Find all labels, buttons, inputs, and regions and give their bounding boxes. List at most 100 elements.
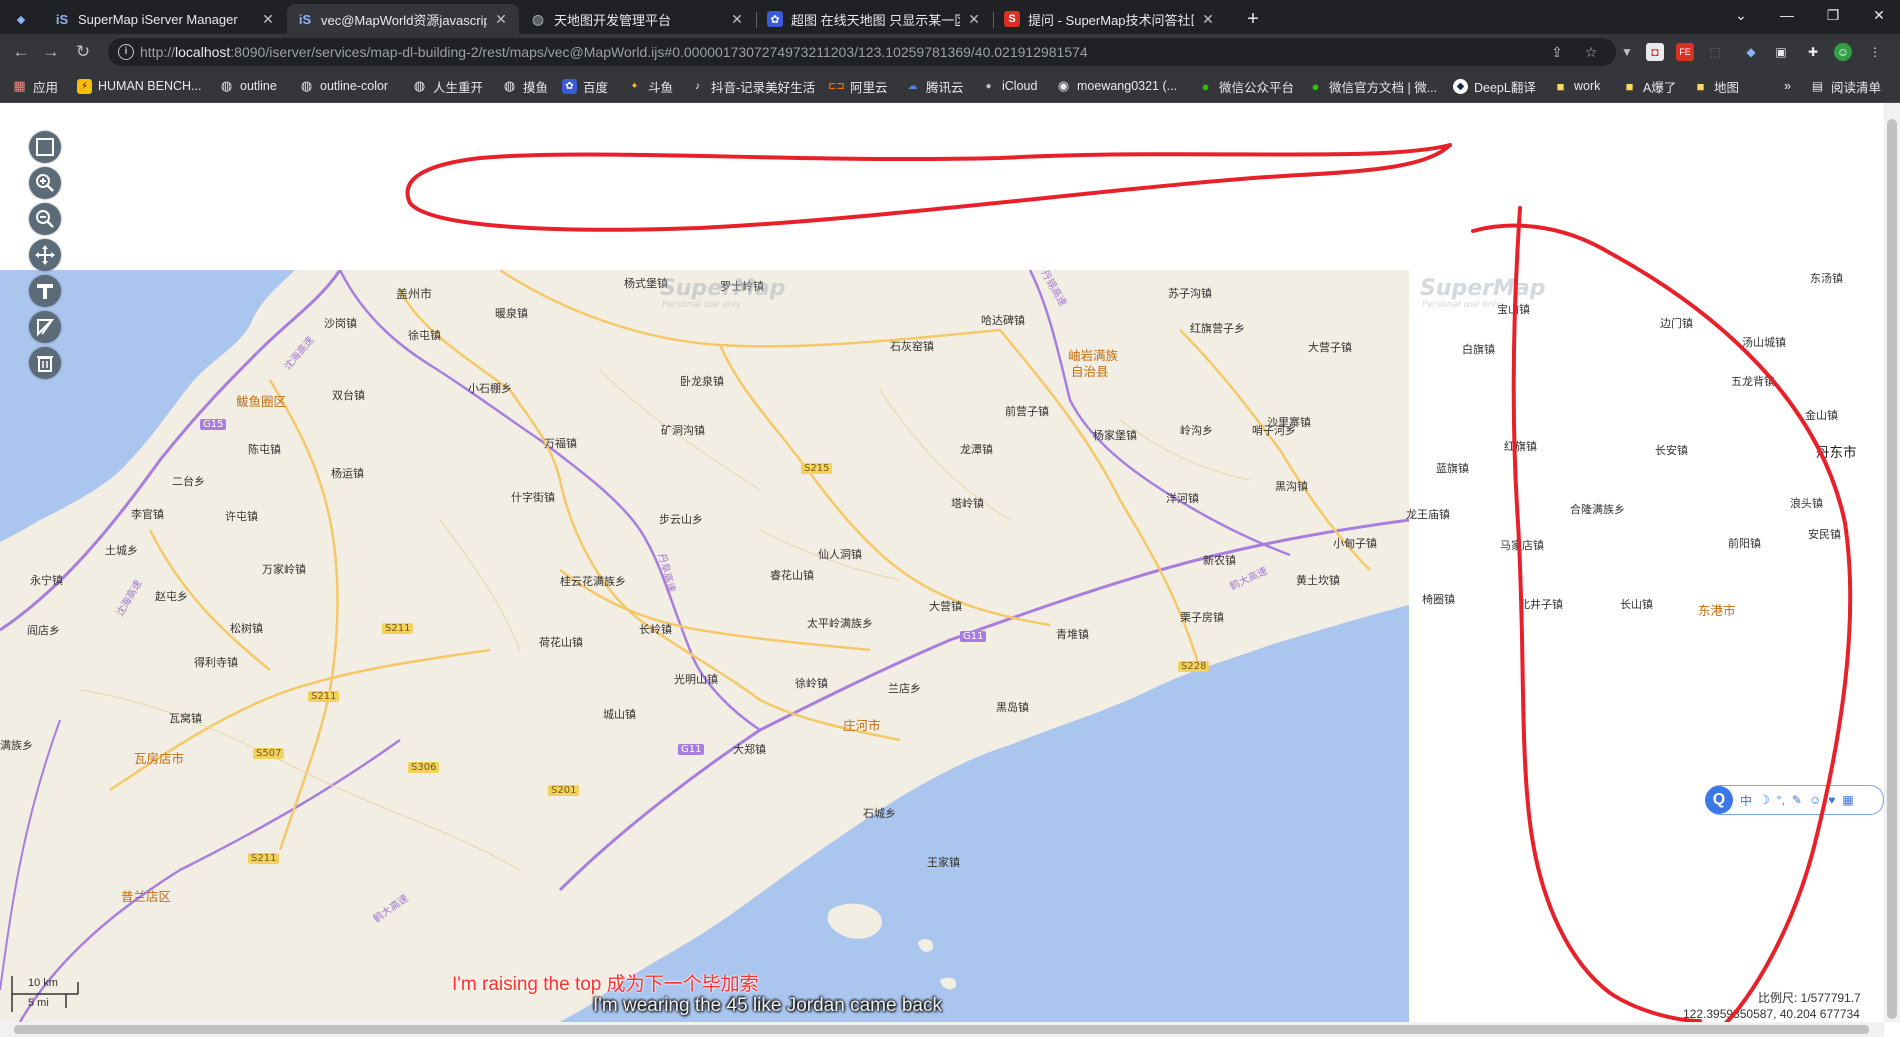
place-label: 瓦房店市	[134, 751, 185, 766]
ime-chinese-mode[interactable]: 中	[1740, 792, 1752, 809]
place-label: 瓦窝镇	[169, 712, 202, 725]
tab-5[interactable]: S 提问 - SuperMap技术问答社区 ✕	[994, 4, 1226, 34]
place-label: 丹东市	[1816, 445, 1857, 461]
more-menu-icon[interactable]: ⋮	[1866, 43, 1884, 61]
forward-arrow-icon[interactable]: →	[38, 40, 64, 64]
full-extent-button[interactable]	[29, 131, 61, 163]
place-label: 石灰窑镇	[890, 340, 934, 353]
measure-distance-button[interactable]	[29, 275, 61, 307]
site-info-icon[interactable]: i	[118, 44, 134, 60]
bolt-icon: ⚡	[77, 78, 92, 94]
watermark-text: SuperMap	[1420, 276, 1546, 301]
bookmark-folder-abao[interactable]: ■ A爆了	[1622, 77, 1677, 95]
tab-1[interactable]: iS SuperMap iServer Manager ✕	[44, 4, 286, 34]
punctuation-icon[interactable]: °,	[1777, 793, 1785, 807]
bookmark-life-restart[interactable]: ◍ 人生重开	[412, 77, 483, 95]
close-icon[interactable]: ✕	[260, 11, 276, 28]
place-label: 陈屯镇	[248, 443, 281, 456]
address-bar[interactable]: i http://localhost:8090/iserver/services…	[108, 38, 1616, 66]
bookmark-github[interactable]: ◉ moewang0321 (...	[1056, 77, 1177, 95]
watermark-text: SuperMap	[660, 276, 786, 301]
share-icon[interactable]: ⇪	[1548, 43, 1566, 61]
clear-button[interactable]	[29, 347, 61, 379]
bookmark-outline-color[interactable]: ◍ outline-color	[299, 77, 388, 95]
bookmark-baidu[interactable]: ✿ 百度	[562, 77, 608, 95]
vue-devtools-icon[interactable]: ▼	[1618, 43, 1636, 61]
bookmark-human-bench[interactable]: ⚡ HUMAN BENCH...	[77, 77, 201, 95]
bookmark-tencent-cloud[interactable]: ☁ 腾讯云	[905, 77, 964, 95]
reload-icon[interactable]: ↻	[70, 40, 96, 64]
url-text[interactable]: http://localhost:8090/iserver/services/m…	[140, 44, 1088, 60]
deepl-icon: ◆	[1453, 78, 1468, 94]
tab-3[interactable]: ◍ 天地图开发管理平台 ✕	[520, 4, 755, 34]
pan-button[interactable]	[29, 239, 61, 271]
bookmark-wechat-mp[interactable]: ● 微信公众平台	[1198, 77, 1294, 95]
tab-4[interactable]: ✿ 超图 在线天地图 只显示某一区域 ✕	[757, 4, 992, 34]
fe-helper-icon[interactable]: FE	[1676, 43, 1694, 61]
more-bookmarks-button[interactable]: »	[1784, 77, 1791, 95]
skin-icon[interactable]: ♥	[1828, 793, 1835, 807]
emoji-icon[interactable]: ☺	[1809, 793, 1821, 807]
bookmark-folder-map[interactable]: ■ 地图	[1693, 77, 1739, 95]
bookmark-icloud[interactable]: ● iCloud	[981, 77, 1037, 95]
close-window-button[interactable]: ✕	[1856, 0, 1900, 30]
tab-title: 超图 在线天地图 只显示某一区域	[791, 12, 960, 28]
vertical-scrollbar[interactable]	[1884, 103, 1900, 1022]
zoom-in-button[interactable]	[29, 167, 61, 199]
bookmark-douyin[interactable]: ♪ 抖音-记录美好生活	[690, 77, 815, 95]
restore-button[interactable]: ❐	[1810, 0, 1856, 30]
tab-list-chevron-icon[interactable]: ⌄	[1718, 0, 1764, 30]
place-label: 仙人洞镇	[818, 548, 862, 561]
bookmark-star-icon[interactable]: ☆	[1582, 43, 1600, 61]
iserver-icon: iS	[55, 11, 69, 27]
moon-icon[interactable]: ☽	[1759, 793, 1770, 807]
crop-extension-icon[interactable]: ⬚	[1706, 43, 1724, 61]
trash-icon	[37, 356, 53, 372]
bookmark-deepl[interactable]: ◆ DeepL翻译	[1453, 77, 1536, 95]
close-icon[interactable]: ✕	[966, 11, 982, 28]
bookmark-douyu[interactable]: ✦ 斗鱼	[627, 77, 673, 95]
bookmark-apps[interactable]: ▦ 应用	[12, 77, 58, 95]
measure-area-button[interactable]	[29, 311, 61, 343]
menu-grid-icon[interactable]: ▦	[1842, 793, 1853, 807]
place-label: 哨子河乡	[1252, 424, 1296, 437]
zoom-out-button[interactable]	[29, 203, 61, 235]
close-icon[interactable]: ✕	[493, 11, 509, 28]
reading-list-button[interactable]: ▤ 阅读清单	[1810, 77, 1881, 95]
new-tab-button[interactable]: +	[1240, 6, 1266, 32]
tab-strip: ◆ iS SuperMap iServer Manager ✕ iS vec@M…	[0, 0, 1900, 34]
minimize-button[interactable]: —	[1764, 0, 1810, 30]
map-tile[interactable]: 盖州市 杨式堡镇 罗士岭镇 暖泉镇 沙岗镇 徐屯镇 哈达碑镇 苏子沟镇 红旗营子乡 石灰窑镇 岫岩满…	[0, 270, 1409, 1022]
shield-extension-icon[interactable]: ◆	[1742, 43, 1760, 61]
mouse-coordinates-text: 122.3959350587, 40.204 677734	[1683, 1007, 1860, 1021]
paw-icon: ✿	[562, 78, 577, 94]
map-viewport[interactable]: 盖州市 杨式堡镇 罗士岭镇 暖泉镇 沙岗镇 徐屯镇 哈达碑镇 苏子沟镇 红旗营子乡 石灰窑镇 岫岩满…	[0, 103, 1884, 1022]
bookmark-outline[interactable]: ◍ outline	[219, 77, 277, 95]
full-extent-icon	[36, 138, 54, 156]
place-label: 前营子镇	[1005, 405, 1049, 418]
bookmark-wechat-docs[interactable]: ● 微信官方文档 | 微...	[1308, 77, 1438, 95]
window-extension-icon[interactable]: ▣	[1772, 43, 1790, 61]
ime-logo-icon[interactable]: Q	[1705, 786, 1733, 814]
tab-search-button[interactable]: ◆	[10, 4, 40, 34]
bookmark-aliyun[interactable]: ⊏⊐ 阿里云	[828, 77, 887, 95]
extensions-puzzle-icon[interactable]: ✚	[1804, 43, 1822, 61]
screenshot-extension-icon[interactable]: ◘	[1646, 43, 1664, 61]
road-shield: S211	[308, 691, 340, 702]
horizontal-scrollbar[interactable]	[0, 1022, 1884, 1037]
back-arrow-icon[interactable]: ←	[8, 40, 34, 64]
scrollbar-thumb[interactable]	[14, 1025, 1869, 1034]
scrollbar-thumb[interactable]	[1887, 119, 1897, 1019]
ime-toolbar[interactable]: Q 中 ☽ °, ✎ ☺ ♥ ▦	[1705, 785, 1884, 815]
close-icon[interactable]: ✕	[1200, 11, 1216, 28]
wrench-icon[interactable]: ✎	[1792, 793, 1802, 807]
place-label: 万家岭镇	[262, 563, 306, 576]
close-icon[interactable]: ✕	[729, 11, 745, 28]
bookmark-folder-work[interactable]: ■ work	[1553, 77, 1601, 95]
tab-title: 天地图开发管理平台	[554, 12, 672, 28]
tab-2-active[interactable]: iS vec@MapWorld资源javascript ✕	[287, 4, 519, 34]
place-label: 白旗镇	[1462, 343, 1495, 356]
bookmark-moyu[interactable]: ◍ 摸鱼	[502, 77, 548, 95]
place-label: 安民镇	[1808, 528, 1841, 541]
profile-avatar-icon[interactable]: ☺	[1834, 43, 1852, 61]
